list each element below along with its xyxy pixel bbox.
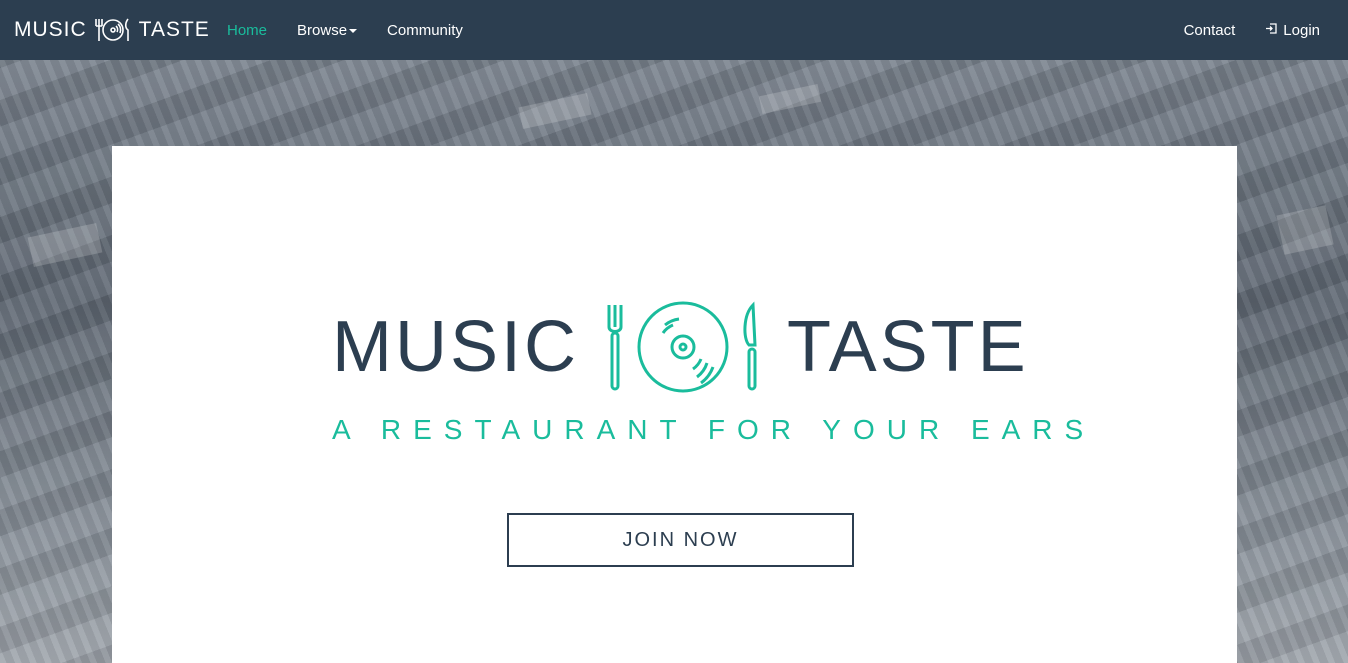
login-icon — [1265, 22, 1278, 39]
bg-detail — [758, 83, 822, 115]
hero-logo: MUSIC TASTE — [332, 301, 1026, 393]
bg-detail — [518, 92, 592, 130]
brand-logo-link[interactable]: MUSIC TASTE — [14, 0, 210, 60]
bg-detail — [1276, 205, 1334, 255]
primary-nav: Home Browse Community — [212, 0, 478, 60]
nav-home-link[interactable]: Home — [227, 22, 267, 39]
hero-tagline: A RESTAURANT FOR YOUR EARS — [332, 414, 1096, 445]
bg-detail — [27, 223, 103, 267]
hero-word-taste: TASTE — [787, 307, 1029, 387]
nav-login-label: Login — [1283, 21, 1320, 39]
caret-down-icon — [349, 28, 358, 33]
nav-contact-link[interactable]: Contact — [1184, 22, 1236, 39]
top-navbar: MUSIC TASTE Home Browse Community Contac… — [0, 0, 1348, 60]
fork-vinyl-knife-icon — [93, 16, 133, 44]
secondary-nav: Contact Login — [1154, 0, 1320, 60]
fork-vinyl-knife-icon — [603, 301, 763, 393]
nav-browse-dropdown[interactable]: Browse — [297, 21, 358, 39]
nav-login-link[interactable]: Login — [1265, 22, 1320, 39]
hero-card: MUSIC TASTE A RESTAURANT FOR YOUR EARS J… — [112, 146, 1237, 663]
brand-word-music: MUSIC — [14, 18, 87, 41]
join-now-button[interactable]: JOIN NOW — [507, 513, 854, 567]
nav-community-link[interactable]: Community — [387, 22, 463, 39]
brand-word-taste: TASTE — [138, 18, 210, 41]
nav-browse-label: Browse — [297, 21, 348, 39]
hero-word-music: MUSIC — [332, 307, 579, 387]
